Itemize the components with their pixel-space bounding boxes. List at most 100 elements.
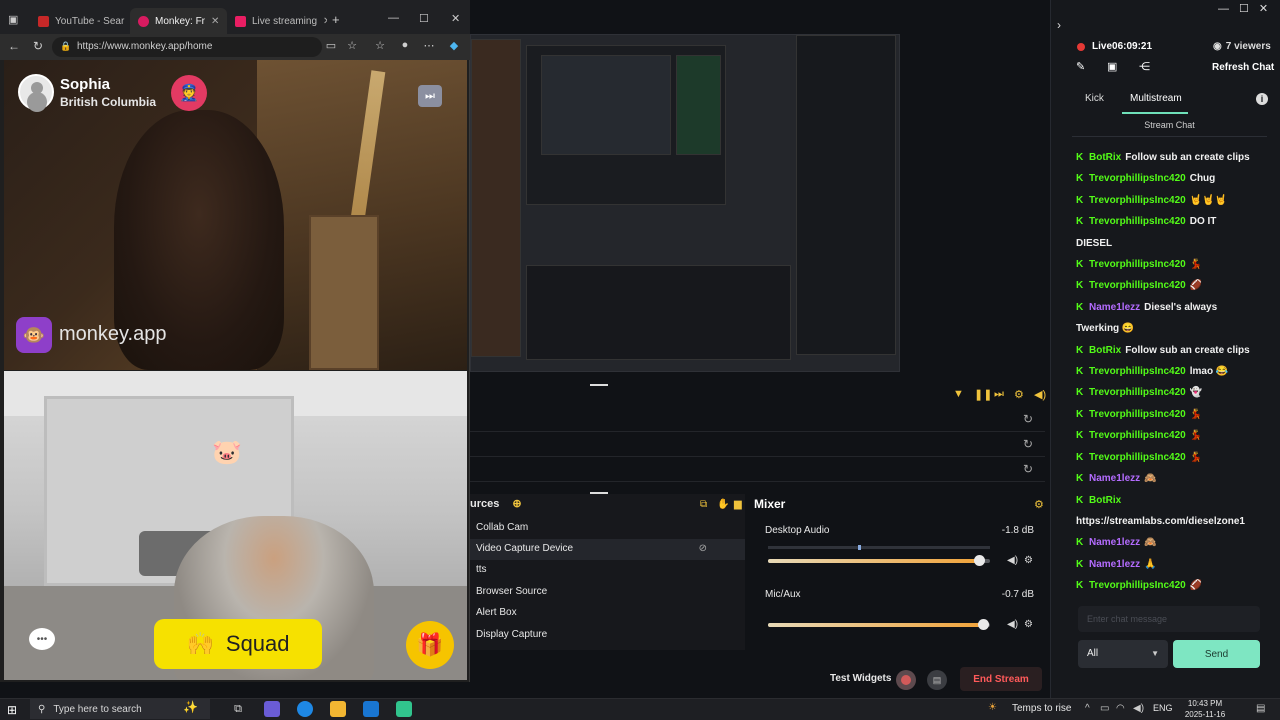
source-item[interactable]: Display Capture [470,625,745,646]
end-stream-button[interactable]: End Stream [960,667,1042,691]
chat-filter-select[interactable]: All ▼ [1078,640,1168,668]
chat-username[interactable]: BotRix [1089,152,1121,163]
tab-actions-icon[interactable]: ▣ [8,13,18,26]
copilot-icon[interactable] [264,701,280,717]
url-field[interactable]: 🔒 https://www.monkey.app/home [52,37,322,57]
chat-username[interactable]: TrevorphillipsInc420 [1089,409,1186,420]
volume-slider[interactable] [768,555,990,566]
record-button[interactable] [896,670,916,690]
squad-button[interactable]: 🙌 Squad [154,619,322,669]
chat-username[interactable]: Name1lezz [1089,537,1140,548]
settings-icon[interactable]: ⚙ [1024,555,1033,566]
volume-icon[interactable]: ◀) [1133,703,1144,714]
scene-row[interactable]: ↻ [470,433,1045,457]
chat-username[interactable]: TrevorphillipsInc420 [1089,280,1186,291]
tab-youtube[interactable]: YouTube - Sear ✕ [30,8,130,34]
send-button[interactable]: Send [1173,640,1260,668]
favorite-star-icon[interactable]: ☆ [345,39,359,52]
skip-icon[interactable]: ⏭ [418,85,442,107]
task-view-icon[interactable]: ⧉ [230,701,246,717]
scene-row[interactable]: ↻ [470,458,1045,482]
test-widgets-button[interactable]: Test Widgets [830,673,891,684]
tab-kick[interactable]: Kick [1085,93,1104,104]
clock-date[interactable]: 2025-11-16 [1180,710,1230,719]
refresh-icon[interactable]: ↻ [1023,412,1033,426]
new-tab-button[interactable]: + [332,12,340,27]
settings-icon[interactable]: ⚙ [1024,619,1033,630]
info-icon[interactable]: i [1256,93,1268,105]
slider-handle[interactable] [973,555,985,566]
more-menu-icon[interactable]: ⋯ [422,39,436,52]
chevron-up-icon[interactable]: ^ [1085,703,1090,714]
pencil-icon[interactable]: ✎ [1076,60,1085,73]
chat-username[interactable]: TrevorphillipsInc420 [1089,195,1186,206]
source-item-selected[interactable]: Video Capture Device ⊘ [470,539,745,560]
reload-icon[interactable]: ↻ [30,39,46,53]
windows-start-icon[interactable]: ⊞ [7,703,17,717]
mail-icon[interactable] [363,701,379,717]
scene-row[interactable]: ↻ [470,408,1045,432]
chat-username[interactable]: TrevorphillipsInc420 [1089,216,1186,227]
clock-time[interactable]: 10:43 PM [1180,699,1230,708]
share-icon[interactable]: ⋲ [1139,60,1150,73]
avatar[interactable] [18,74,54,110]
chat-username[interactable]: TrevorphillipsInc420 [1089,259,1186,270]
chat-username[interactable]: TrevorphillipsInc420 [1089,452,1186,463]
screen-share-icon[interactable]: ▭ [324,39,338,52]
transition-icon[interactable]: ⧉ [700,499,707,510]
language-indicator[interactable]: ENG [1153,703,1173,713]
window-controls[interactable]: —☐✕ [1218,2,1278,15]
speaker-icon[interactable]: ◀) [1007,619,1018,630]
chat-username[interactable]: TrevorphillipsInc420 [1089,366,1186,377]
chat-username[interactable]: Name1lezz [1089,302,1140,313]
replay-buffer-icon[interactable]: ▤ [927,670,947,690]
sparkle-icon[interactable]: ✨ [183,700,198,714]
drag-handle[interactable] [590,384,608,386]
folder-icon[interactable]: ▆ [734,499,742,510]
chat-username[interactable]: BotRix [1089,495,1121,506]
tab-multistream[interactable]: Multistream [1130,93,1182,104]
settings-icon[interactable]: ⚙ [1014,388,1024,401]
file-explorer-icon[interactable] [330,701,346,717]
mixer-settings-icon[interactable]: ⚙ [1034,498,1044,511]
source-item[interactable]: Alert Box [470,603,745,624]
back-icon[interactable]: ← [6,39,22,53]
volume-slider[interactable] [768,619,990,630]
slider-handle[interactable] [978,619,990,630]
chat-username[interactable]: TrevorphillipsInc420 [1089,173,1186,184]
wifi-icon[interactable]: ◠ [1116,703,1125,714]
close-window-button[interactable]: ✕ [451,12,460,25]
maximize-button[interactable]: ☐ [419,12,429,25]
chat-username[interactable]: TrevorphillipsInc420 [1089,580,1186,591]
copilot-icon[interactable]: ◆ [447,39,461,52]
speaker-icon[interactable]: ◀) [1007,555,1018,566]
collections-icon[interactable]: ☆ [373,39,387,52]
minimize-button[interactable]: — [388,12,399,24]
chevron-right-icon[interactable]: › [1057,18,1061,32]
pin-icon[interactable]: ✋ [717,499,729,510]
skip-icon[interactable]: ⏭ [994,388,1004,401]
volume-icon[interactable]: ◀) [1034,388,1046,401]
source-item[interactable]: Collab Cam [470,518,745,539]
popout-icon[interactable]: ▣ [1107,60,1117,73]
filter-icon[interactable]: ▼ [953,388,964,400]
close-icon[interactable]: ✕ [323,16,327,27]
weather-text[interactable]: Temps to rise [1012,703,1071,714]
chat-input[interactable]: Enter chat message [1078,606,1260,632]
pause-icon[interactable]: ❚❚ [974,388,992,401]
chat-username[interactable]: Name1lezz [1089,473,1140,484]
chat-username[interactable]: TrevorphillipsInc420 [1089,430,1186,441]
source-item[interactable]: Browser Source [470,582,745,603]
visibility-off-icon[interactable]: ⊘ [699,543,707,554]
notification-icon[interactable]: ▤ [1256,703,1265,714]
tab-live-streaming[interactable]: Live streaming ✕ [227,8,327,34]
network-icon[interactable]: ▭ [1100,703,1109,714]
add-source-icon[interactable]: ⊕ [512,498,521,510]
police-badge-icon[interactable]: 👮 [171,75,207,111]
chat-username[interactable]: TrevorphillipsInc420 [1089,387,1186,398]
profile-icon[interactable]: ● [398,39,412,51]
source-item[interactable]: tts [470,560,745,581]
gift-button[interactable]: 🎁 [406,621,454,669]
edge-icon[interactable] [297,701,313,717]
chat-username[interactable]: Name1lezz [1089,559,1140,570]
